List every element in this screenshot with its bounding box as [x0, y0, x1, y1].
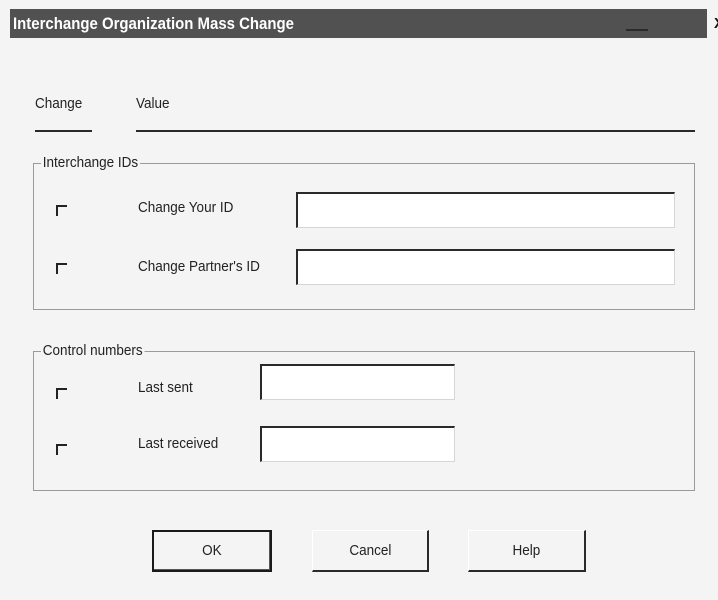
last-sent-label: Last sent — [138, 379, 193, 396]
change-column-divider — [35, 130, 92, 132]
change-partners-id-checkbox[interactable] — [56, 263, 67, 274]
title-bar[interactable]: Interchange Organization Mass Change X — [10, 9, 718, 38]
last-received-label: Last received — [138, 435, 219, 452]
interchange-ids-group-label: Interchange IDs — [41, 154, 140, 171]
change-your-id-input[interactable] — [296, 192, 675, 228]
cancel-button[interactable]: Cancel — [312, 530, 429, 572]
change-partners-id-label: Change Partner's ID — [138, 258, 260, 275]
last-sent-checkbox[interactable] — [56, 388, 67, 399]
value-column-divider — [136, 130, 695, 132]
minimize-icon[interactable] — [626, 29, 648, 31]
column-header-value: Value — [136, 95, 170, 112]
ok-button-label: OK — [202, 542, 222, 559]
ok-button[interactable]: OK — [152, 530, 272, 572]
mass-change-dialog: Interchange Organization Mass Change X C… — [0, 0, 718, 600]
last-sent-input[interactable] — [260, 364, 455, 400]
help-button[interactable]: Help — [468, 530, 586, 572]
change-your-id-label: Change Your ID — [138, 199, 234, 216]
help-button-label: Help — [512, 542, 541, 559]
change-partners-id-input[interactable] — [296, 249, 675, 285]
cancel-button-label: Cancel — [348, 542, 392, 559]
close-icon[interactable]: X — [707, 9, 718, 38]
column-header-change: Change — [35, 95, 83, 112]
control-numbers-group-label: Control numbers — [41, 342, 145, 359]
last-received-input[interactable] — [260, 426, 455, 462]
window-title: Interchange Organization Mass Change — [13, 14, 294, 33]
change-your-id-checkbox[interactable] — [56, 205, 67, 216]
last-received-checkbox[interactable] — [56, 444, 67, 455]
interchange-ids-group — [33, 163, 695, 310]
